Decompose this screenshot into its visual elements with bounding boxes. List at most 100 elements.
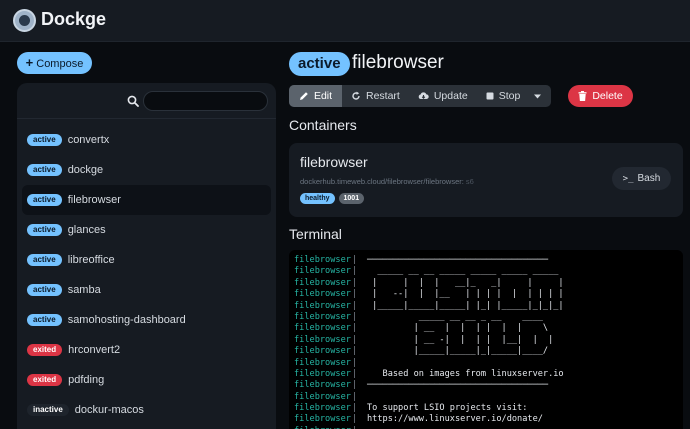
plus-icon: +	[25, 55, 34, 70]
stack-name: pdfding	[68, 374, 105, 386]
terminal-message: |_____|_____|_____| |_| |_____|_|_|_|	[367, 300, 564, 311]
terminal-service-name: filebrowser	[294, 255, 351, 265]
terminal-line: filebrowser | | --| | |__ | | | | | | | |…	[294, 289, 683, 300]
stack-name: dockur-macos	[74, 404, 144, 416]
search-input[interactable]	[143, 91, 268, 111]
terminal-prompt-icon: >_	[622, 173, 634, 184]
stack-list-item[interactable]: active samba	[22, 275, 271, 305]
container-name: filebrowser	[300, 154, 368, 170]
stack-status-badge: active	[27, 224, 62, 236]
terminal-message: To support LSIO projects visit:	[367, 403, 528, 414]
stop-button[interactable]: Stop	[477, 85, 530, 107]
delete-button[interactable]: Delete	[568, 85, 633, 107]
container-card: filebrowser dockerhub.timeweb.cloud/file…	[289, 143, 683, 217]
terminal-line: filebrowser | Based on images from linuxs…	[294, 369, 683, 380]
stack-status-badge: active	[27, 284, 62, 296]
stack-toolbar: Edit Restart Update Stop	[289, 85, 552, 107]
terminal-line: filebrowser | To support LSIO projects vis…	[294, 403, 683, 414]
stack-list-item[interactable]: active glances	[22, 215, 271, 245]
pencil-icon	[299, 92, 308, 100]
port-badge[interactable]: 1001	[338, 193, 365, 204]
app-header: Dockge	[0, 0, 690, 42]
terminal-separator: |	[352, 357, 358, 368]
edit-button[interactable]: Edit	[289, 85, 342, 107]
trash-icon	[578, 91, 587, 101]
app-title[interactable]: Dockge	[41, 9, 106, 30]
stop-label: Stop	[498, 90, 521, 102]
terminal-line: filebrowser|	[294, 392, 683, 403]
container-image-tag: s6	[465, 177, 474, 186]
terminal-service-name: filebrowser	[294, 277, 351, 288]
stack-status-badge: active	[27, 314, 62, 326]
stack-list-item[interactable]: exited pdfding	[22, 365, 271, 395]
action-button-group: Edit Restart Update Stop	[289, 85, 552, 107]
terminal-line: filebrowser | | | | | __|_ _| | |	[294, 278, 683, 289]
stack-name: libreoffice	[67, 254, 115, 266]
stack-name: samohosting-dashboard	[67, 314, 186, 326]
terminal-separator: |	[352, 380, 358, 391]
stack-status-badge: active	[289, 52, 350, 76]
stack-list-item[interactable]: active samohosting-dashboard	[22, 305, 271, 335]
edit-label: Edit	[313, 90, 333, 102]
terminal-separator: |	[352, 300, 358, 311]
stack-list-item[interactable]: active libreoffice	[22, 245, 271, 275]
terminal-line: filebrowser | https://www.linuxserver.io/d…	[294, 414, 683, 425]
stack-name: dockge	[67, 164, 104, 176]
stack-status-badge: active	[27, 164, 62, 176]
terminal-message: https://www.linuxserver.io/donate/	[367, 414, 543, 425]
terminal-service-name: filebrowser	[294, 334, 351, 345]
terminal-separator: |	[352, 255, 358, 265]
stack-list: active convertx active dockge active filebrow…	[22, 125, 271, 425]
delete-label: Delete	[592, 90, 623, 102]
stack-list-item[interactable]: inactive dockur-macos	[22, 395, 271, 425]
terminal-service-name: filebrowser	[294, 311, 351, 322]
terminal-separator: |	[352, 289, 358, 300]
health-badge: healthy	[300, 193, 335, 204]
terminal-service-name: filebrowser	[294, 357, 351, 368]
container-image: dockerhub.timeweb.cloud/filebrowser/file…	[300, 177, 474, 186]
terminal-service-name: filebrowser	[294, 266, 351, 277]
terminal-message: ───────────────────────────────────	[367, 255, 549, 265]
terminal-output[interactable]: filebrowser | ────────────────────────────…	[289, 250, 683, 429]
bash-label: Bash	[637, 173, 661, 184]
stack-list-item[interactable]: exited hrconvert2	[22, 335, 271, 365]
terminal-service-name: filebrowser	[294, 414, 351, 425]
container-image-name: dockerhub.timeweb.cloud/filebrowser/file…	[300, 177, 464, 186]
restart-button[interactable]: Restart	[342, 85, 409, 107]
stack-list-item[interactable]: active filebrowser	[22, 185, 271, 215]
stack-list-item[interactable]: active convertx	[22, 125, 271, 155]
cloud-download-icon	[418, 92, 429, 100]
terminal-message: _____ __ __ _ __ ____	[367, 311, 543, 322]
terminal-service-name: filebrowser	[294, 346, 351, 357]
terminal-line: filebrowser | ────────────────────────────…	[294, 380, 683, 391]
terminal-message: |_____|_____|_|_____|____/	[367, 346, 549, 357]
stack-name: glances	[67, 224, 106, 236]
terminal-message: _____ __ __ _____ _____ _____ _____	[367, 266, 559, 277]
compose-button[interactable]: + Compose	[17, 52, 92, 74]
terminal-heading: Terminal	[289, 226, 342, 242]
terminal-message: Based on images from linuxserver.io	[367, 368, 564, 379]
update-label: Update	[433, 90, 468, 102]
terminal-separator: |	[352, 277, 358, 288]
terminal-message: | __ -| | | | |__| | |	[367, 334, 554, 345]
restart-label: Restart	[366, 90, 400, 102]
terminal-message: | --| | |__ | | | | | | | | |	[367, 289, 564, 300]
stack-list-item[interactable]: active dockge	[22, 155, 271, 185]
stop-icon	[486, 92, 494, 100]
stack-name: filebrowser	[67, 194, 121, 206]
stack-status-badge: active	[27, 134, 62, 146]
bash-button[interactable]: >_ Bash	[612, 167, 671, 190]
more-actions-dropdown[interactable]	[529, 85, 551, 107]
update-button[interactable]: Update	[409, 85, 477, 107]
stack-name: convertx	[67, 134, 110, 146]
terminal-separator: |	[352, 311, 358, 322]
terminal-line: filebrowser | | __ -| | | | |__| | |	[294, 335, 683, 346]
containers-heading: Containers	[289, 117, 357, 133]
stack-status-badge: active	[27, 194, 62, 206]
caret-down-icon	[534, 94, 542, 98]
terminal-line: filebrowser | _____ __ __ _____ _____ ___…	[294, 266, 683, 277]
terminal-line: filebrowser | _____ __ __ _ __ ____	[294, 312, 683, 323]
terminal-separator: |	[352, 414, 358, 425]
dockge-logo-icon[interactable]	[13, 9, 36, 32]
stack-name: hrconvert2	[68, 344, 121, 356]
